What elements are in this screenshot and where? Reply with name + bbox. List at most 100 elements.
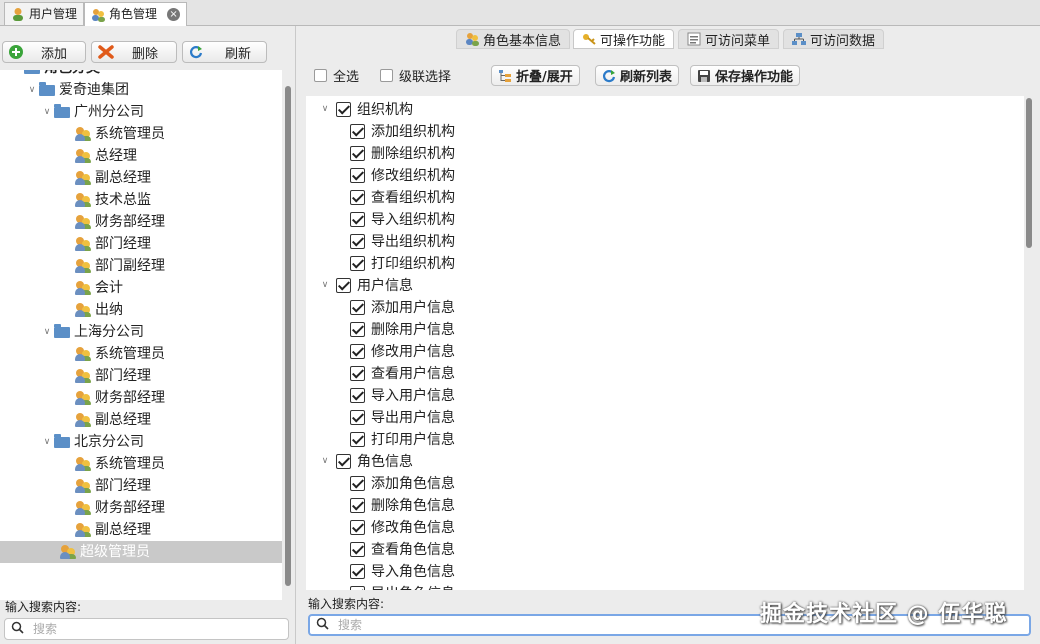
tree-role-node[interactable]: 部门经理 <box>0 233 282 255</box>
function-item-row[interactable]: 添加角色信息 <box>350 472 455 494</box>
function-checkbox[interactable] <box>350 343 365 359</box>
chevron-down-icon[interactable]: ∨ <box>40 321 54 343</box>
left-search-field[interactable] <box>4 618 289 640</box>
tree-folder-node[interactable]: ∨ 广州分公司 <box>0 101 282 123</box>
function-checkbox[interactable] <box>350 145 365 161</box>
function-checkbox[interactable] <box>350 409 365 425</box>
tab-role-management[interactable]: 角色管理 × <box>84 2 188 26</box>
tree-role-node[interactable]: 系统管理员 <box>0 453 282 475</box>
chevron-down-icon[interactable]: ∨ <box>314 456 336 466</box>
right-scrollbar[interactable] <box>1026 98 1032 248</box>
tree-folder-node[interactable]: ∨ 爱奇迪集团 <box>0 79 282 101</box>
tree-role-node[interactable]: 副总经理 <box>0 409 282 431</box>
function-checkbox[interactable] <box>350 497 365 513</box>
function-checkbox[interactable] <box>350 233 365 249</box>
function-item-row[interactable]: 导出角色信息 <box>350 582 455 590</box>
checkbox-box[interactable] <box>380 69 393 82</box>
tab-operable-functions[interactable]: 可操作功能 <box>573 29 675 49</box>
tab-accessible-data[interactable]: 可访问数据 <box>783 29 885 49</box>
function-item-row[interactable]: 删除角色信息 <box>350 494 455 516</box>
tree-node-label: 系统管理员 <box>95 126 165 142</box>
function-checkbox[interactable] <box>350 189 365 205</box>
tree-role-node[interactable]: 部门经理 <box>0 365 282 387</box>
tree-role-node[interactable]: 副总经理 <box>0 167 282 189</box>
tree-role-node[interactable]: 超级管理员 <box>0 541 282 563</box>
tab-role-basic-info[interactable]: 角色基本信息 <box>456 29 571 49</box>
tree-role-node[interactable]: 系统管理员 <box>0 343 282 365</box>
function-group-row[interactable]: ∨ 角色信息 <box>314 450 413 472</box>
function-item-row[interactable]: 导出用户信息 <box>350 406 455 428</box>
tab-user-management[interactable]: 用户管理 <box>4 2 85 25</box>
tree-folder-node[interactable]: ∨ 北京分公司 <box>0 431 282 453</box>
chevron-down-icon[interactable]: ∨ <box>40 101 54 123</box>
function-item-row[interactable]: 导出组织机构 <box>350 230 455 252</box>
function-checkbox[interactable] <box>350 475 365 491</box>
cascade-select-checkbox[interactable]: 级联选择 <box>380 66 451 85</box>
left-scrollbar[interactable] <box>285 86 291 586</box>
function-checkbox[interactable] <box>350 321 365 337</box>
function-checkbox[interactable] <box>350 123 365 139</box>
tree-role-node[interactable]: 部门经理 <box>0 475 282 497</box>
function-item-row[interactable]: 打印组织机构 <box>350 252 455 274</box>
function-checkbox[interactable] <box>350 387 365 403</box>
tree-role-node[interactable]: 出纳 <box>0 299 282 321</box>
function-checkbox[interactable] <box>350 299 365 315</box>
function-group-row[interactable]: ∨ 用户信息 <box>314 274 413 296</box>
function-item-row[interactable]: 添加组织机构 <box>350 120 455 142</box>
function-item-row[interactable]: 导入角色信息 <box>350 560 455 582</box>
function-item-row[interactable]: 修改角色信息 <box>350 516 455 538</box>
function-checkbox[interactable] <box>350 431 365 447</box>
tree-role-node[interactable]: 财务部经理 <box>0 497 282 519</box>
tab-accessible-menus[interactable]: 可访问菜单 <box>678 29 780 49</box>
chevron-down-icon[interactable]: ∨ <box>10 70 24 79</box>
function-checkbox[interactable] <box>350 211 365 227</box>
add-button[interactable]: 添加 <box>2 41 86 63</box>
chevron-down-icon[interactable]: ∨ <box>314 104 336 114</box>
function-checkbox[interactable] <box>350 255 365 271</box>
function-checkbox[interactable] <box>336 453 351 469</box>
function-checkbox[interactable] <box>350 167 365 183</box>
function-item-row[interactable]: 查看角色信息 <box>350 538 455 560</box>
function-item-row[interactable]: 查看组织机构 <box>350 186 455 208</box>
tree-role-node[interactable]: 副总经理 <box>0 519 282 541</box>
left-search-input[interactable] <box>31 621 258 637</box>
collapse-expand-button[interactable]: 折叠/展开 <box>491 65 580 86</box>
function-item-row[interactable]: 导入用户信息 <box>350 384 455 406</box>
function-item-row[interactable]: 删除用户信息 <box>350 318 455 340</box>
function-checkbox[interactable] <box>350 585 365 590</box>
tree-role-node[interactable]: 部门副经理 <box>0 255 282 277</box>
function-checkbox[interactable] <box>336 101 351 117</box>
function-checkbox[interactable] <box>350 541 365 557</box>
function-item-row[interactable]: 修改用户信息 <box>350 340 455 362</box>
function-item-row[interactable]: 修改组织机构 <box>350 164 455 186</box>
function-checkbox[interactable] <box>336 277 351 293</box>
function-group-row[interactable]: ∨ 组织机构 <box>314 98 413 120</box>
chevron-down-icon[interactable]: ∨ <box>25 79 39 101</box>
function-checkbox[interactable] <box>350 563 365 579</box>
checkbox-box[interactable] <box>314 69 327 82</box>
refresh-list-button[interactable]: 刷新列表 <box>595 65 680 86</box>
tree-folder-node[interactable]: ∨ 上海分公司 <box>0 321 282 343</box>
tree-folder-node[interactable]: ∨ 角色分类 <box>0 70 282 79</box>
tree-node-label: 副总经理 <box>95 170 151 186</box>
tree-role-node[interactable]: 财务部经理 <box>0 211 282 233</box>
refresh-button[interactable]: 刷新 <box>182 41 267 63</box>
tree-role-node[interactable]: 财务部经理 <box>0 387 282 409</box>
tree-role-node[interactable]: 技术总监 <box>0 189 282 211</box>
function-item-row[interactable]: 导入组织机构 <box>350 208 455 230</box>
delete-button[interactable]: 删除 <box>91 41 177 63</box>
function-item-row[interactable]: 删除组织机构 <box>350 142 455 164</box>
tree-role-node[interactable]: 系统管理员 <box>0 123 282 145</box>
close-icon[interactable]: × <box>167 8 181 21</box>
select-all-checkbox[interactable]: 全选 <box>314 66 359 85</box>
save-functions-button[interactable]: 保存操作功能 <box>690 65 801 86</box>
function-item-row[interactable]: 查看用户信息 <box>350 362 455 384</box>
function-item-row[interactable]: 添加用户信息 <box>350 296 455 318</box>
chevron-down-icon[interactable]: ∨ <box>40 431 54 453</box>
tree-role-node[interactable]: 总经理 <box>0 145 282 167</box>
chevron-down-icon[interactable]: ∨ <box>314 280 336 290</box>
function-checkbox[interactable] <box>350 519 365 535</box>
tree-role-node[interactable]: 会计 <box>0 277 282 299</box>
function-checkbox[interactable] <box>350 365 365 381</box>
function-item-row[interactable]: 打印用户信息 <box>350 428 455 450</box>
